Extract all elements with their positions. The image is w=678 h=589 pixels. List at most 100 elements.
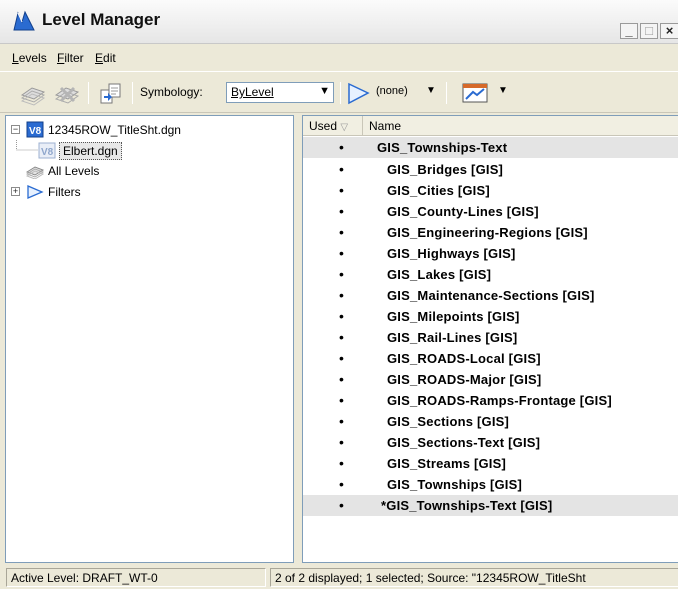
status-bar: Active Level: DRAFT_WT-0 2 of 2 displaye… xyxy=(0,566,678,589)
used-indicator: • xyxy=(339,392,344,408)
used-indicator: • xyxy=(339,182,344,198)
level-name: GIS_County-Lines [GIS] xyxy=(387,204,539,219)
used-indicator: • xyxy=(339,497,344,513)
used-indicator: • xyxy=(339,434,344,450)
maximize-button[interactable]: □ xyxy=(640,23,658,39)
level-name: GIS_Milepoints [GIS] xyxy=(387,309,520,324)
filter-icon xyxy=(27,185,44,199)
collapse-icon[interactable]: − xyxy=(11,125,20,134)
level-name: GIS_Streams [GIS] xyxy=(387,456,506,471)
active-level-row[interactable]: • GIS_Townships-Text xyxy=(303,137,678,158)
level-name: GIS_Highways [GIS] xyxy=(387,246,516,261)
level-row[interactable]: • GIS_ROADS-Local [GIS] xyxy=(303,348,678,369)
new-level-icon[interactable] xyxy=(18,80,48,106)
level-row[interactable]: • GIS_Streams [GIS] xyxy=(303,453,678,474)
level-display-icon[interactable] xyxy=(460,80,490,106)
minimize-button[interactable]: _ xyxy=(620,23,638,39)
level-row[interactable]: • GIS_Milepoints [GIS] xyxy=(303,306,678,327)
used-indicator: • xyxy=(339,245,344,261)
level-name: GIS_Sections [GIS] xyxy=(387,414,510,429)
level-name: GIS_Townships [GIS] xyxy=(387,477,523,492)
level-row[interactable]: • GIS_Sections-Text [GIS] xyxy=(303,432,678,453)
used-indicator: • xyxy=(339,308,344,324)
level-row[interactable]: • GIS_Maintenance-Sections [GIS] xyxy=(303,285,678,306)
filter-icon[interactable] xyxy=(346,80,372,106)
level-row[interactable]: • GIS_Lakes [GIS] xyxy=(303,264,678,285)
import-export-icon[interactable] xyxy=(96,80,126,106)
level-row[interactable]: • GIS_Highways [GIS] xyxy=(303,243,678,264)
level-row[interactable]: • GIS_Rail-Lines [GIS] xyxy=(303,327,678,348)
used-indicator: • xyxy=(339,350,344,366)
filter-value[interactable]: (none) xyxy=(376,85,408,97)
toolbar-separator xyxy=(340,82,341,104)
file-tree: − V8 12345ROW_TitleSht.dgn V8 Elbert.dgn xyxy=(5,115,294,563)
title-bar[interactable]: Level Manager _ □ × xyxy=(0,0,678,44)
level-name: GIS_Bridges [GIS] xyxy=(387,162,504,177)
filter-dropdown-icon[interactable]: ▼ xyxy=(426,85,436,96)
tree-item-filters[interactable]: + Filters xyxy=(6,182,293,202)
level-list: Used ▽ Name • GIS_Townships-Text • GIS_Br… xyxy=(302,115,678,563)
active-level-status: Active Level: DRAFT_WT-0 xyxy=(6,568,266,587)
used-indicator: • xyxy=(339,224,344,240)
used-indicator: • xyxy=(339,455,344,471)
level-row[interactable]: • GIS_ROADS-Ramps-Frontage [GIS] xyxy=(303,390,678,411)
menu-filter[interactable]: Filter xyxy=(57,51,84,65)
level-manager-app-icon xyxy=(13,10,35,31)
used-indicator: • xyxy=(339,329,344,345)
used-indicator: • xyxy=(339,476,344,492)
level-row[interactable]: • GIS_Bridges [GIS] xyxy=(303,159,678,180)
toolbar: Symbology: ByLevel ▼ (none) ▼ ▼ xyxy=(0,73,678,113)
level-name: GIS_Rail-Lines [GIS] xyxy=(387,330,518,345)
level-manager-window: Level Manager _ □ × Levels Filter Edit S… xyxy=(0,0,678,589)
tree-connector-line xyxy=(16,140,38,151)
level-row[interactable]: • GIS_Cities [GIS] xyxy=(303,180,678,201)
svg-text:V8: V8 xyxy=(41,147,54,158)
column-header-used[interactable]: Used ▽ xyxy=(303,116,363,136)
toolbar-separator xyxy=(446,82,447,104)
tree-item-root-file[interactable]: − V8 12345ROW_TitleSht.dgn xyxy=(6,120,293,140)
menu-edit[interactable]: Edit xyxy=(95,51,116,65)
level-name: GIS_Cities [GIS] xyxy=(387,183,490,198)
delete-level-icon[interactable] xyxy=(52,80,82,106)
column-header-name[interactable]: Name xyxy=(363,116,678,136)
list-header: Used ▽ Name xyxy=(303,116,678,136)
level-name: *GIS_Townships-Text [GIS] xyxy=(381,498,553,513)
tree-item-reference-file[interactable]: V8 Elbert.dgn xyxy=(6,140,293,160)
level-name: GIS_Sections-Text [GIS] xyxy=(387,435,541,450)
chevron-down-icon: ▼ xyxy=(319,85,330,97)
level-name: GIS_Lakes [GIS] xyxy=(387,267,492,282)
level-row[interactable]: • *GIS_Townships-Text [GIS] xyxy=(303,495,678,516)
level-name: GIS_ROADS-Major [GIS] xyxy=(387,372,542,387)
symbology-label: Symbology: xyxy=(140,85,203,99)
level-row[interactable]: • GIS_Engineering-Regions [GIS] xyxy=(303,222,678,243)
used-indicator: • xyxy=(339,266,344,282)
toolbar-separator xyxy=(132,82,133,104)
svg-text:V8: V8 xyxy=(29,126,42,137)
level-row[interactable]: • GIS_County-Lines [GIS] xyxy=(303,201,678,222)
levels-stack-icon xyxy=(26,166,44,179)
used-indicator: • xyxy=(339,203,344,219)
tree-item-all-levels[interactable]: All Levels xyxy=(6,161,293,181)
symbology-select[interactable]: ByLevel ▼ xyxy=(226,82,334,103)
expand-icon[interactable]: + xyxy=(11,187,20,196)
used-indicator: • xyxy=(339,371,344,387)
level-row[interactable]: • GIS_Townships [GIS] xyxy=(303,474,678,495)
toolbar-separator xyxy=(88,82,89,104)
level-row[interactable]: • GIS_ROADS-Major [GIS] xyxy=(303,369,678,390)
level-name: GIS_ROADS-Ramps-Frontage [GIS] xyxy=(387,393,612,408)
level-name: GIS_ROADS-Local [GIS] xyxy=(387,351,541,366)
level-name: GIS_Engineering-Regions [GIS] xyxy=(387,225,588,240)
reference-file-icon: V8 xyxy=(38,142,56,159)
display-dropdown-icon[interactable]: ▼ xyxy=(498,85,508,96)
display-summary-status: 2 of 2 displayed; 1 selected; Source: "1… xyxy=(270,568,678,587)
window-title: Level Manager xyxy=(42,10,161,29)
menu-levels[interactable]: Levels xyxy=(12,51,47,65)
used-indicator: • xyxy=(339,287,344,303)
close-button[interactable]: × xyxy=(660,23,678,39)
sort-indicator-icon: ▽ xyxy=(340,122,349,133)
level-name: GIS_Maintenance-Sections [GIS] xyxy=(387,288,595,303)
design-file-icon: V8 xyxy=(26,121,44,138)
used-indicator: • xyxy=(339,413,344,429)
level-row[interactable]: • GIS_Sections [GIS] xyxy=(303,411,678,432)
used-indicator: • xyxy=(339,161,344,177)
